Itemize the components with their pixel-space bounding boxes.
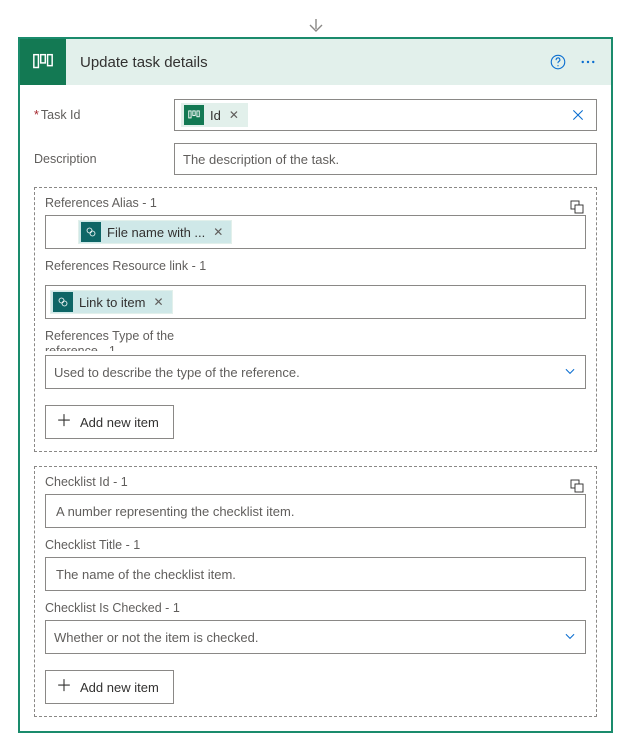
checklist-title-input-wrap bbox=[45, 557, 586, 591]
required-asterisk: * bbox=[34, 108, 39, 122]
checklist-ischecked-select[interactable]: Whether or not the item is checked. bbox=[45, 620, 586, 654]
planner-token-icon bbox=[184, 105, 204, 125]
sharepoint-token-icon bbox=[81, 222, 101, 242]
sharepoint-token-icon-2 bbox=[53, 292, 73, 312]
checklist-title-field: Checklist Title - 1 bbox=[45, 538, 586, 591]
remove-token-id[interactable]: ✕ bbox=[227, 108, 241, 122]
checklist-title-label: Checklist Title - 1 bbox=[45, 538, 225, 553]
checklist-ischecked-label: Checklist Is Checked - 1 bbox=[45, 601, 225, 616]
token-filename-label: File name with ... bbox=[107, 225, 205, 240]
description-input-wrap bbox=[174, 143, 597, 175]
clear-task-id[interactable] bbox=[564, 101, 592, 129]
card-header: Update task details bbox=[20, 39, 611, 85]
action-card: Update task details *Task Id Id ✕ bbox=[18, 37, 613, 733]
remove-token-link[interactable]: ✕ bbox=[151, 295, 165, 309]
task-id-row: *Task Id Id ✕ bbox=[34, 99, 597, 131]
plus-icon: ＋ bbox=[56, 414, 72, 430]
add-checklist-item-button[interactable]: ＋ Add new item bbox=[45, 670, 174, 704]
references-resource-input[interactable]: Link to item ✕ bbox=[45, 285, 586, 319]
task-id-label: *Task Id bbox=[34, 108, 174, 122]
references-alias-field: References Alias - 1 File name with ... … bbox=[45, 196, 586, 249]
references-alias-input[interactable]: File name with ... ✕ bbox=[45, 215, 586, 249]
plus-icon-2: ＋ bbox=[56, 679, 72, 695]
chevron-down-icon-2 bbox=[563, 629, 577, 646]
references-resource-label: References Resource link - 1 bbox=[45, 259, 225, 281]
description-input[interactable] bbox=[181, 152, 590, 167]
references-resource-field: References Resource link - 1 Link to ite… bbox=[45, 259, 586, 319]
checklist-id-input[interactable] bbox=[54, 503, 577, 520]
add-reference-item-button[interactable]: ＋ Add new item bbox=[45, 405, 174, 439]
switch-array-icon-2[interactable] bbox=[566, 475, 588, 497]
checklist-ischecked-placeholder: Whether or not the item is checked. bbox=[54, 630, 258, 645]
references-type-field: References Type of the reference - 1 Use… bbox=[45, 329, 586, 389]
references-group: References Alias - 1 File name with ... … bbox=[34, 187, 597, 452]
token-id-label: Id bbox=[210, 108, 221, 123]
flow-arrow-in bbox=[18, 18, 613, 39]
switch-array-icon[interactable] bbox=[566, 196, 588, 218]
chevron-down-icon bbox=[563, 364, 577, 381]
description-row: Description bbox=[34, 143, 597, 175]
checklist-group: Checklist Id - 1 Checklist Title - 1 Che… bbox=[34, 466, 597, 717]
references-type-select[interactable]: Used to describe the type of the referen… bbox=[45, 355, 586, 389]
checklist-ischecked-field: Checklist Is Checked - 1 Whether or not … bbox=[45, 601, 586, 654]
add-reference-item-label: Add new item bbox=[80, 415, 159, 430]
task-id-label-text: Task Id bbox=[41, 108, 81, 122]
add-checklist-item-label: Add new item bbox=[80, 680, 159, 695]
checklist-id-label: Checklist Id - 1 bbox=[45, 475, 225, 490]
references-type-placeholder: Used to describe the type of the referen… bbox=[54, 365, 300, 380]
card-body: *Task Id Id ✕ Des bbox=[20, 85, 611, 731]
checklist-id-input-wrap bbox=[45, 494, 586, 528]
task-id-input[interactable]: Id ✕ bbox=[174, 99, 597, 131]
remove-token-filename[interactable]: ✕ bbox=[211, 225, 225, 239]
card-title: Update task details bbox=[66, 54, 543, 71]
help-button[interactable] bbox=[543, 47, 573, 77]
checklist-id-field: Checklist Id - 1 bbox=[45, 475, 586, 528]
more-button[interactable] bbox=[573, 47, 603, 77]
planner-icon bbox=[20, 39, 66, 85]
references-alias-label: References Alias - 1 bbox=[45, 196, 225, 211]
token-link[interactable]: Link to item ✕ bbox=[50, 290, 173, 314]
description-label: Description bbox=[34, 152, 174, 166]
token-filename[interactable]: File name with ... ✕ bbox=[78, 220, 232, 244]
checklist-title-input[interactable] bbox=[54, 566, 577, 583]
references-type-label: References Type of the reference - 1 bbox=[45, 329, 225, 351]
token-id[interactable]: Id ✕ bbox=[181, 103, 248, 127]
token-link-label: Link to item bbox=[79, 295, 145, 310]
